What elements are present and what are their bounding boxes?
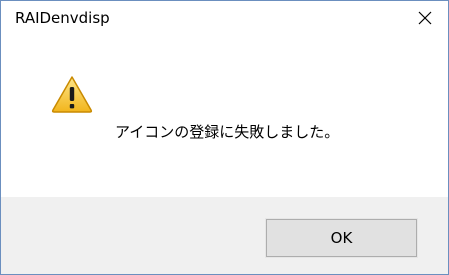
dialog-window: RAIDenvdisp アイコンの登録に失敗しました。 OK bbox=[0, 0, 449, 275]
dialog-content bbox=[1, 35, 448, 196]
close-button[interactable] bbox=[402, 1, 448, 35]
window-title: RAIDenvdisp bbox=[15, 9, 110, 27]
close-icon bbox=[418, 11, 432, 25]
title-bar[interactable]: RAIDenvdisp bbox=[1, 1, 448, 35]
warning-icon bbox=[51, 76, 93, 113]
ok-button[interactable]: OK bbox=[265, 218, 418, 258]
dialog-message: アイコンの登録に失敗しました。 bbox=[115, 123, 340, 141]
